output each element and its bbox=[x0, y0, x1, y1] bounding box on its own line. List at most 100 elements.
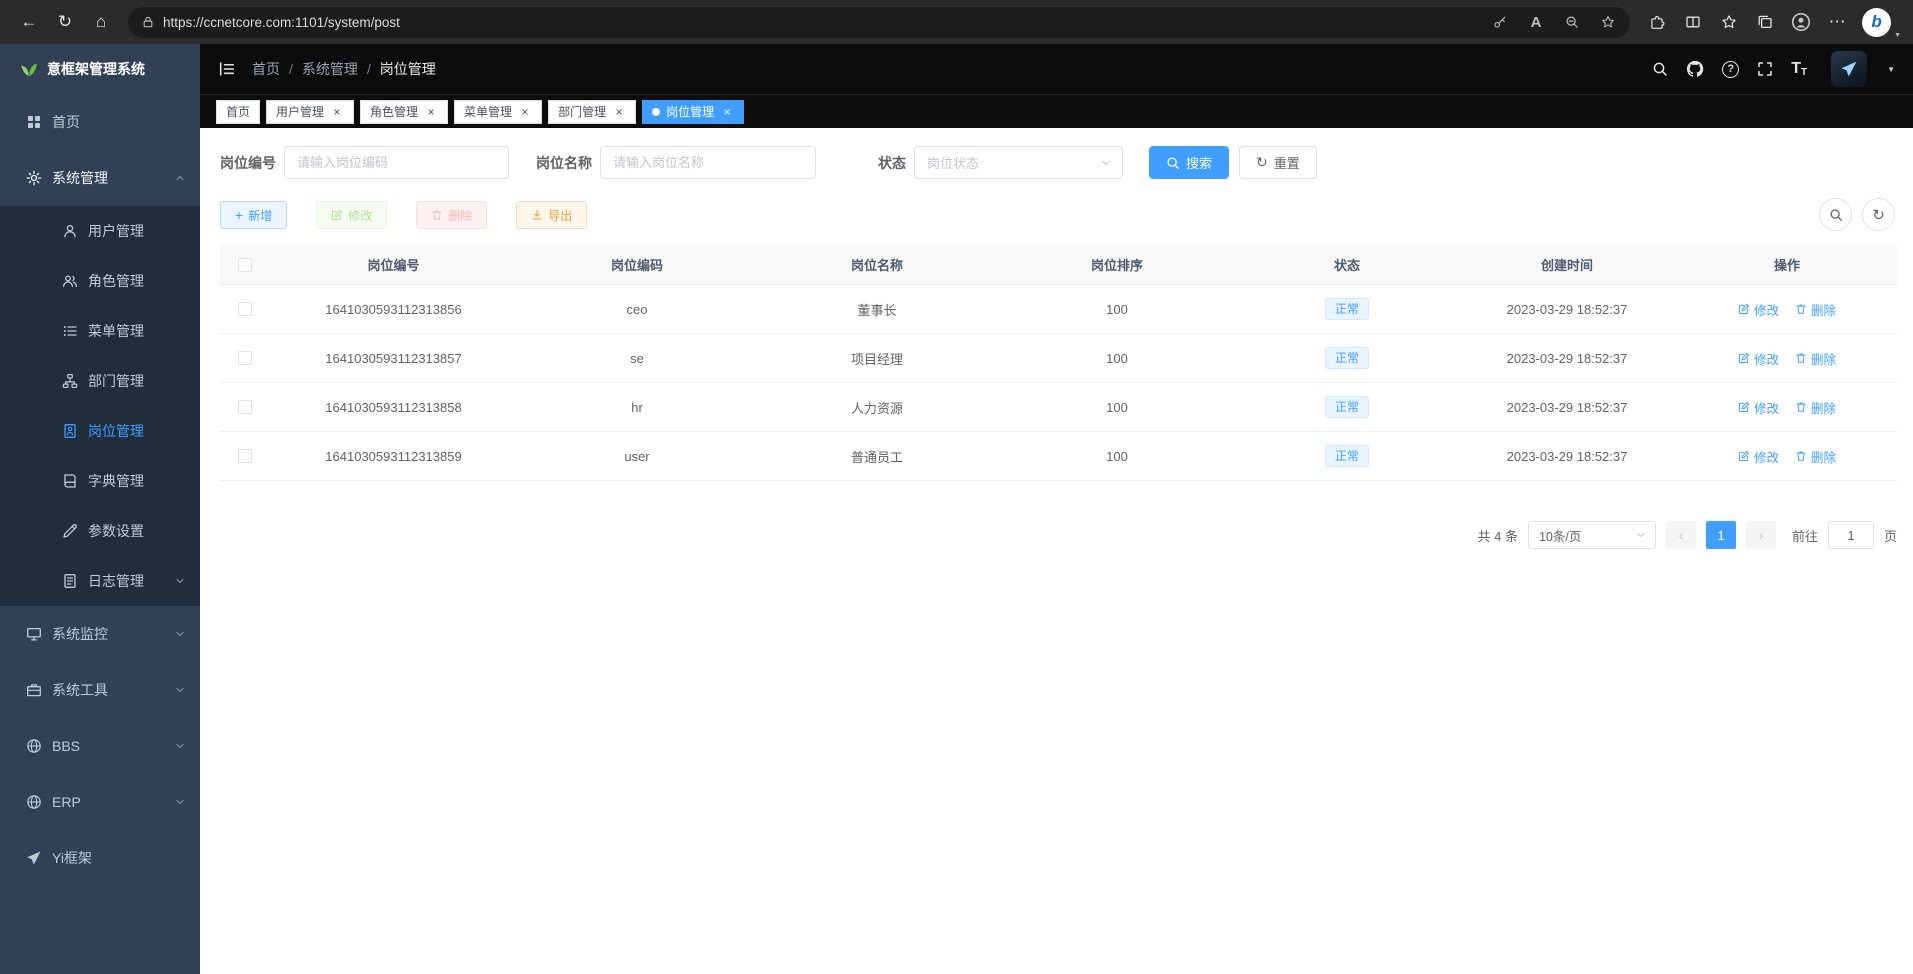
tab-home[interactable]: 首页 bbox=[216, 100, 260, 124]
cell-post-sort: 100 bbox=[997, 351, 1237, 366]
cell-post-id: 1641030593112313859 bbox=[270, 449, 517, 464]
browser-refresh-button[interactable]: ↻ bbox=[48, 5, 82, 39]
tab-close-icon[interactable]: × bbox=[424, 105, 438, 119]
sidebar-item-departments[interactable]: 部门管理 bbox=[0, 356, 200, 406]
tab-close-icon[interactable]: × bbox=[518, 105, 532, 119]
github-icon[interactable] bbox=[1686, 60, 1704, 78]
row-delete-link[interactable]: 删除 bbox=[1795, 349, 1836, 368]
tab-close-icon[interactable]: × bbox=[330, 105, 344, 119]
search-button[interactable]: 搜索 bbox=[1149, 146, 1229, 179]
row-checkbox[interactable] bbox=[238, 351, 252, 365]
tab-menu-management[interactable]: 菜单管理 × bbox=[454, 100, 542, 124]
sidebar-item-system-tools[interactable]: 系统工具 bbox=[0, 662, 200, 718]
post-code-label: 岗位编号 bbox=[220, 153, 276, 173]
sidebar-item-yi-framework[interactable]: Yi框架 bbox=[0, 830, 200, 886]
sidebar-item-bbs[interactable]: BBS bbox=[0, 718, 200, 774]
help-question-icon[interactable]: ? bbox=[1722, 61, 1739, 78]
favorites-button[interactable] bbox=[1712, 5, 1746, 39]
row-delete-link[interactable]: 删除 bbox=[1795, 447, 1836, 466]
column-header-actions: 操作 bbox=[1677, 255, 1897, 274]
sidebar-item-dictionaries[interactable]: 字典管理 bbox=[0, 456, 200, 506]
tab-label: 菜单管理 bbox=[464, 103, 512, 120]
tab-role-management[interactable]: 角色管理 × bbox=[360, 100, 448, 124]
avatar-logo-icon bbox=[1840, 60, 1858, 78]
edit-icon bbox=[1738, 352, 1750, 364]
table-header-row: 岗位编号 岗位编码 岗位名称 岗位排序 状态 创建时间 操作 bbox=[220, 245, 1897, 285]
cell-create-time: 2023-03-29 18:52:37 bbox=[1457, 351, 1677, 366]
next-page-button[interactable]: › bbox=[1746, 521, 1776, 549]
row-checkbox[interactable] bbox=[238, 302, 252, 316]
copilot-button[interactable]: b bbox=[1862, 8, 1891, 37]
page-size-select[interactable]: 10条/页 bbox=[1528, 521, 1656, 549]
row-checkbox[interactable] bbox=[238, 449, 252, 463]
sidebar-item-system-management[interactable]: 系统管理 bbox=[0, 150, 200, 206]
sidebar-item-logs[interactable]: 日志管理 bbox=[0, 556, 200, 606]
menu-label: 部门管理 bbox=[88, 371, 144, 391]
sidebar-item-posts[interactable]: 岗位管理 bbox=[0, 406, 200, 456]
select-all-checkbox[interactable] bbox=[238, 258, 252, 272]
fullscreen-icon[interactable] bbox=[1757, 61, 1773, 77]
tab-user-management[interactable]: 用户管理 × bbox=[266, 100, 354, 124]
tab-close-icon[interactable]: × bbox=[720, 105, 734, 119]
row-edit-link[interactable]: 修改 bbox=[1738, 398, 1779, 417]
user-avatar[interactable] bbox=[1831, 51, 1867, 87]
cell-post-id: 1641030593112313858 bbox=[270, 400, 517, 415]
row-edit-link[interactable]: 修改 bbox=[1738, 300, 1779, 319]
extensions-button[interactable] bbox=[1640, 5, 1674, 39]
goto-page-input[interactable] bbox=[1828, 521, 1874, 549]
breadcrumb-home[interactable]: 首页 bbox=[252, 59, 280, 79]
toggle-search-button[interactable] bbox=[1819, 198, 1852, 231]
font-size-icon[interactable]: TT bbox=[1791, 60, 1807, 78]
row-checkbox[interactable] bbox=[238, 400, 252, 414]
sidebar-item-roles[interactable]: 角色管理 bbox=[0, 256, 200, 306]
app-logo[interactable]: 意框架管理系统 bbox=[0, 44, 200, 94]
copilot-caret-icon[interactable]: ▼ bbox=[1894, 32, 1901, 39]
sidebar-item-home[interactable]: 首页 bbox=[0, 94, 200, 150]
read-aloud-icon[interactable]: A bbox=[1522, 8, 1550, 36]
sidebar-menu: 首页 系统管理 用户管理 角色管理 菜单管理 部门管理 bbox=[0, 94, 200, 886]
collections-button[interactable] bbox=[1748, 5, 1782, 39]
tab-close-icon[interactable]: × bbox=[612, 105, 626, 119]
post-code-input[interactable] bbox=[284, 146, 509, 179]
reset-button[interactable]: ↻ 重置 bbox=[1239, 146, 1317, 179]
browser-home-button[interactable]: ⌂ bbox=[84, 5, 118, 39]
post-name-input[interactable] bbox=[600, 146, 816, 179]
column-header-post-id: 岗位编号 bbox=[270, 255, 517, 274]
sidebar-item-menus[interactable]: 菜单管理 bbox=[0, 306, 200, 356]
sidebar-item-erp[interactable]: ERP bbox=[0, 774, 200, 830]
export-button[interactable]: 导出 bbox=[516, 201, 587, 229]
browser-profile-button[interactable] bbox=[1784, 5, 1818, 39]
tab-post-management[interactable]: 岗位管理 × bbox=[642, 100, 744, 124]
browser-toolbar: ← ↻ ⌂ https://ccnetcore.com:1101/system/… bbox=[0, 0, 1913, 44]
pagination: 共 4 条 10条/页 ‹ 1 › 前往 页 bbox=[220, 521, 1897, 549]
split-screen-button[interactable] bbox=[1676, 5, 1710, 39]
status-select[interactable]: 岗位状态 bbox=[914, 146, 1123, 179]
add-favorite-star-icon[interactable] bbox=[1594, 8, 1622, 36]
pencil-icon bbox=[62, 523, 78, 539]
menu-label: 首页 bbox=[52, 112, 80, 132]
sidebar-item-parameters[interactable]: 参数设置 bbox=[0, 506, 200, 556]
goto-label: 前往 bbox=[1792, 526, 1818, 545]
row-edit-link[interactable]: 修改 bbox=[1738, 349, 1779, 368]
row-delete-link[interactable]: 删除 bbox=[1795, 300, 1836, 319]
page-number-button[interactable]: 1 bbox=[1706, 521, 1736, 549]
trash-icon bbox=[1795, 450, 1807, 462]
header-search-icon[interactable] bbox=[1652, 61, 1668, 77]
zoom-indicator-icon[interactable] bbox=[1558, 8, 1586, 36]
refresh-table-button[interactable]: ↻ bbox=[1862, 198, 1895, 231]
saved-password-key-icon[interactable] bbox=[1486, 8, 1514, 36]
sidebar-fold-icon[interactable] bbox=[218, 60, 236, 78]
avatar-caret-down-icon[interactable]: ▼ bbox=[1887, 65, 1895, 74]
address-bar[interactable]: https://ccnetcore.com:1101/system/post A bbox=[128, 7, 1630, 38]
row-edit-link[interactable]: 修改 bbox=[1738, 447, 1779, 466]
prev-page-button[interactable]: ‹ bbox=[1666, 521, 1696, 549]
add-button[interactable]: + 新增 bbox=[220, 201, 287, 229]
browser-back-button[interactable]: ← bbox=[12, 5, 46, 39]
sidebar-item-system-monitor[interactable]: 系统监控 bbox=[0, 606, 200, 662]
modify-button[interactable]: 修改 bbox=[316, 201, 387, 229]
sidebar-item-users[interactable]: 用户管理 bbox=[0, 206, 200, 256]
browser-settings-button[interactable]: ⋯ bbox=[1820, 5, 1854, 39]
tab-dept-management[interactable]: 部门管理 × bbox=[548, 100, 636, 124]
delete-button[interactable]: 删除 bbox=[416, 201, 487, 229]
row-delete-link[interactable]: 删除 bbox=[1795, 398, 1836, 417]
